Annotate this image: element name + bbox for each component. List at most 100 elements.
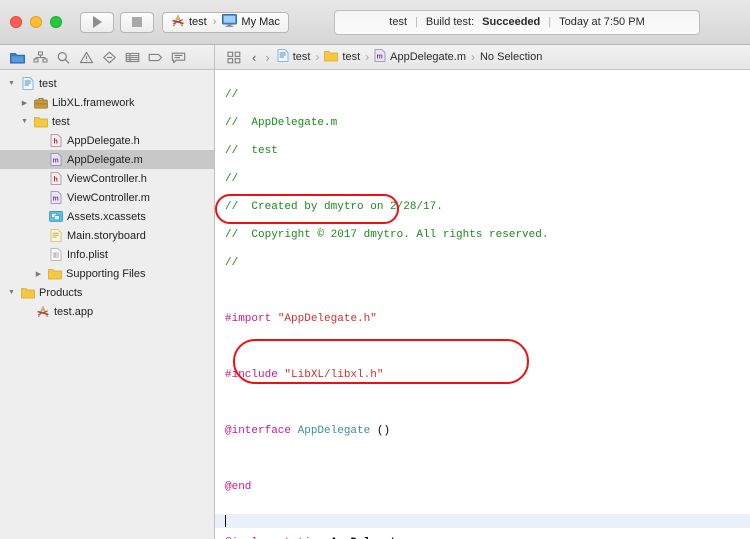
test-navigator-icon[interactable] — [98, 46, 121, 69]
status-separator-2: | — [548, 16, 552, 28]
folder-icon — [21, 286, 35, 300]
navigator-row-test-app[interactable]: test.app — [0, 302, 214, 321]
folder-icon — [34, 115, 48, 129]
disclosure-triangle-open-icon[interactable]: ▼ — [6, 80, 17, 87]
project-navigator-panel[interactable]: ▼ test ▶ LibXL.framework ▼ test h AppDel… — [0, 70, 215, 539]
code-token-string: "AppDelegate.h" — [277, 313, 377, 325]
storyboard-icon — [49, 229, 63, 243]
debug-navigator-icon[interactable] — [121, 46, 144, 69]
status-timestamp-label: Today at 7:50 PM — [559, 16, 645, 28]
header-h-file-icon: h — [49, 134, 63, 148]
project-file-icon — [21, 77, 35, 91]
svg-text:m: m — [377, 53, 383, 60]
navigator-item-label: Assets.xcassets — [67, 210, 146, 223]
source-code-text[interactable]: // // AppDelegate.m // test // // Create… — [215, 70, 750, 539]
disclosure-triangle-open-icon[interactable]: ▼ — [6, 289, 17, 296]
plist-icon — [49, 248, 63, 262]
folder-icon — [48, 267, 62, 281]
breakpoint-navigator-icon[interactable] — [144, 46, 167, 69]
xcode-window: test › My Mac test | Build test: Succeed… — [0, 0, 750, 539]
close-window-icon[interactable] — [10, 16, 22, 28]
scheme-selector[interactable]: test › My Mac — [162, 11, 289, 33]
report-navigator-icon[interactable] — [167, 46, 190, 69]
svg-text:m: m — [52, 157, 58, 164]
svg-text:h: h — [53, 138, 57, 145]
jump-bar-back-button[interactable]: ‹ — [250, 50, 258, 65]
disclosure-triangle-closed-icon[interactable]: ▶ — [33, 270, 44, 278]
code-line: // test — [225, 144, 750, 158]
breadcrumb-item-project[interactable]: test — [277, 49, 311, 65]
status-project-label: test — [389, 16, 407, 28]
code-token-keyword: @interface — [225, 425, 292, 437]
status-separator-1: | — [415, 16, 418, 28]
code-token-keyword: @end — [225, 481, 252, 493]
navigator-row-supporting-files[interactable]: ▶ Supporting Files — [0, 264, 214, 283]
objc-m-file-icon: m — [374, 49, 386, 65]
stop-button[interactable] — [120, 11, 154, 33]
scheme-separator-icon: › — [212, 16, 217, 28]
minimize-window-icon[interactable] — [30, 16, 42, 28]
related-items-icon[interactable] — [222, 46, 245, 69]
navigator-row-assets-xcassets[interactable]: Assets.xcassets — [0, 207, 214, 226]
mac-monitor-icon — [222, 14, 238, 30]
play-icon — [92, 16, 102, 28]
breadcrumb-item-file[interactable]: m AppDelegate.m — [374, 49, 466, 65]
jump-bar-forward-button[interactable]: › — [263, 50, 271, 65]
navigator-item-label: test — [52, 115, 70, 128]
code-token-type: AppDelegate — [297, 425, 371, 437]
navigator-row-main-storyboard[interactable]: Main.storyboard — [0, 226, 214, 245]
disclosure-triangle-closed-icon[interactable]: ▶ — [19, 99, 30, 107]
navigator-row-libxl-framework[interactable]: ▶ LibXL.framework — [0, 93, 214, 112]
code-token-string: "LibXL/libxl.h" — [284, 369, 384, 381]
disclosure-triangle-open-icon[interactable]: ▼ — [19, 118, 30, 125]
navigator-row-info-plist[interactable]: Info.plist — [0, 245, 214, 264]
objc-m-file-icon: m — [49, 153, 63, 167]
navigator-row-test-group[interactable]: ▼ test — [0, 112, 214, 131]
code-line: // AppDelegate.m — [225, 116, 750, 130]
maximize-window-icon[interactable] — [50, 16, 62, 28]
symbol-navigator-icon[interactable] — [29, 46, 52, 69]
navigator-row-viewcontroller-m[interactable]: m ViewController.m — [0, 188, 214, 207]
app-product-icon — [36, 305, 50, 319]
framework-icon — [34, 96, 48, 110]
activity-status-bar: test | Build test: Succeeded | Today at … — [334, 9, 700, 35]
code-line: @end — [225, 480, 750, 494]
stop-square-icon — [132, 17, 142, 27]
code-line-text: // — [225, 89, 239, 101]
code-line: #include "LibXL/libxl.h" — [225, 368, 750, 382]
breadcrumb-label: No Selection — [479, 51, 543, 63]
navigator-row-products[interactable]: ▼ Products — [0, 283, 214, 302]
code-line: // — [225, 88, 750, 102]
project-navigator-icon[interactable] — [6, 46, 29, 69]
traffic-lights — [10, 16, 62, 28]
navigator-row-project[interactable]: ▼ test — [0, 74, 214, 93]
breadcrumb-label: test — [292, 51, 311, 63]
header-h-file-icon: h — [49, 172, 63, 186]
code-line-text: // AppDelegate.m — [225, 117, 338, 129]
navigator-item-label: Info.plist — [67, 248, 108, 261]
code-line-text: // Created by dmytro on 2/28/17. — [225, 201, 443, 213]
assets-catalog-icon — [49, 210, 63, 224]
navigator-item-label: Supporting Files — [66, 267, 146, 280]
issue-navigator-icon[interactable] — [75, 46, 98, 69]
navigator-row-viewcontroller-h[interactable]: h ViewController.h — [0, 169, 214, 188]
navigator-item-label: ViewController.h — [67, 172, 147, 185]
breadcrumb-item-selection[interactable]: No Selection — [480, 51, 542, 63]
svg-text:h: h — [53, 176, 57, 183]
run-button[interactable] — [80, 11, 114, 33]
navigator-row-appdelegate-h[interactable]: h AppDelegate.h — [0, 131, 214, 150]
breadcrumb-item-group[interactable]: test — [324, 50, 360, 65]
code-line: // Created by dmytro on 2/28/17. — [225, 200, 750, 214]
source-code-editor[interactable]: // // AppDelegate.m // test // // Create… — [215, 70, 750, 539]
navigator-row-appdelegate-m[interactable]: m AppDelegate.m — [0, 150, 214, 169]
code-line: @interface AppDelegate () — [225, 425, 391, 437]
text-cursor-caret — [225, 515, 226, 527]
navigator-item-label: AppDelegate.h — [67, 134, 140, 147]
svg-text:m: m — [52, 195, 58, 202]
main-content-area: ▼ test ▶ LibXL.framework ▼ test h AppDel… — [0, 70, 750, 539]
code-line: #import "AppDelegate.h" — [225, 312, 750, 326]
find-navigator-icon[interactable] — [52, 46, 75, 69]
scheme-name-label: test — [189, 16, 207, 28]
